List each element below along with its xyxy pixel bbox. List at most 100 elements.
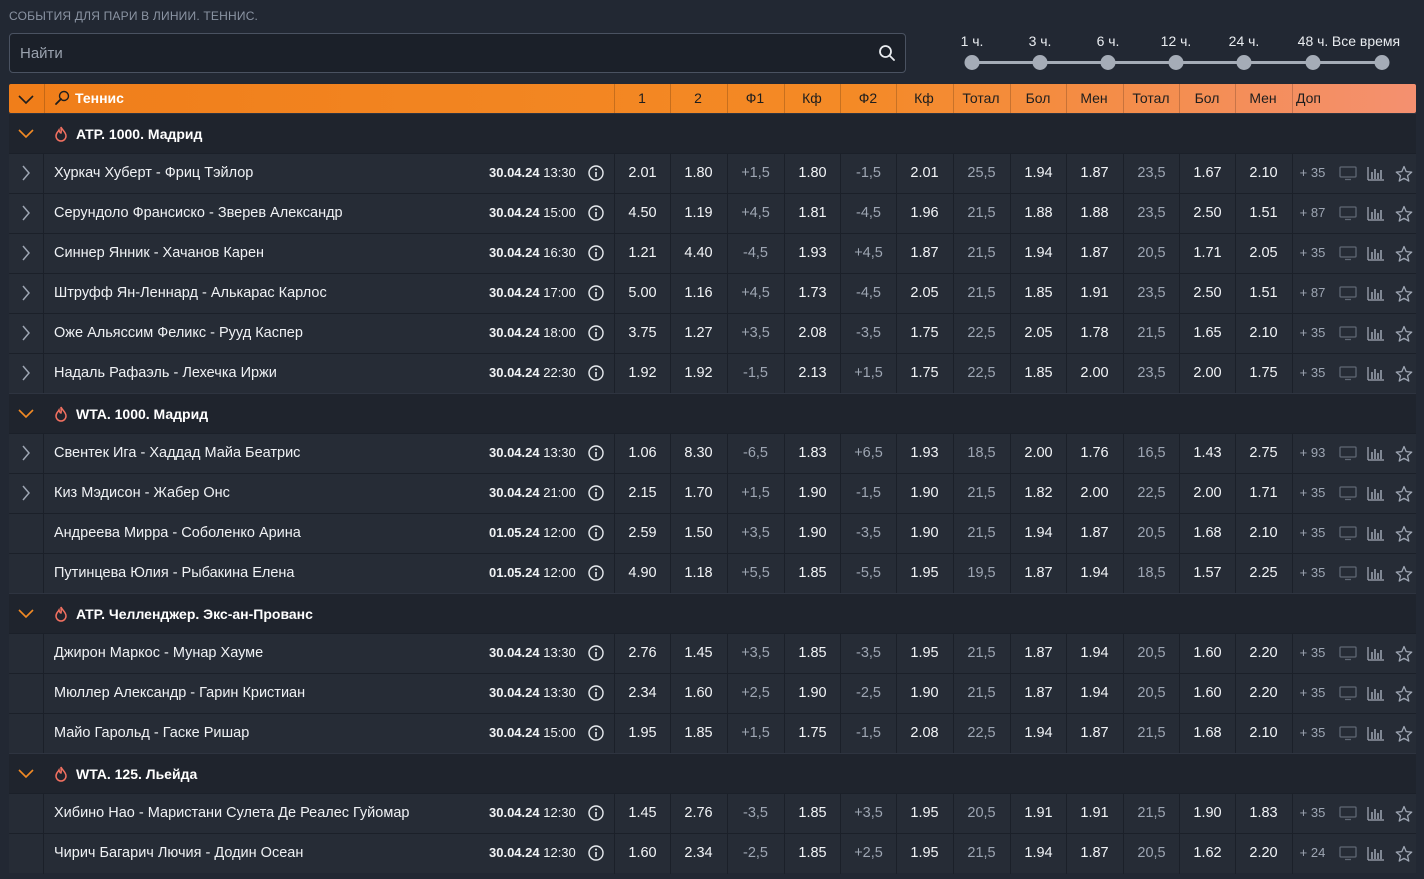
odds-cell[interactable]: 21,5: [1123, 714, 1179, 754]
match-row[interactable]: Путинцева Юлия - Рыбакина Елена 01.05.24 …: [9, 553, 1416, 594]
odds-cell[interactable]: -1,5: [840, 154, 896, 194]
odds-cell[interactable]: 1.75: [896, 314, 952, 354]
info-icon[interactable]: [588, 325, 604, 344]
odds-cell[interactable]: -1,5: [727, 354, 783, 394]
odds-cell[interactable]: 1.93: [784, 234, 840, 274]
chevron-right-icon[interactable]: [21, 485, 31, 504]
more-markets-link[interactable]: + 35: [1292, 714, 1332, 754]
odds-cell[interactable]: 1.88: [1010, 194, 1066, 234]
odds-cell[interactable]: -2,5: [840, 674, 896, 714]
match-name[interactable]: Оже Альяссим Феликс - Рууд Каспер: [54, 314, 303, 354]
odds-cell[interactable]: 2.08: [784, 314, 840, 354]
chevron-right-icon[interactable]: [21, 285, 31, 304]
odds-cell[interactable]: -2,5: [727, 834, 783, 874]
odds-cell[interactable]: 2.76: [614, 634, 670, 674]
info-icon[interactable]: [588, 525, 604, 544]
odds-cell[interactable]: 1.90: [896, 474, 952, 514]
stats-icon[interactable]: [1367, 325, 1385, 346]
match-name[interactable]: Майо Гарольд - Гаске Ришар: [54, 714, 249, 754]
odds-cell[interactable]: 1.94: [1066, 554, 1122, 594]
chevron-right-icon[interactable]: [21, 325, 31, 344]
chevron-right-icon[interactable]: [21, 205, 31, 224]
odds-cell[interactable]: 1.71: [1235, 474, 1291, 514]
odds-cell[interactable]: 1.65: [1179, 314, 1235, 354]
stats-icon[interactable]: [1367, 565, 1385, 586]
time-filter-option-dot[interactable]: [1032, 55, 1048, 70]
odds-cell[interactable]: 2.50: [1179, 274, 1235, 314]
odds-cell[interactable]: 21,5: [953, 514, 1009, 554]
expand-cell[interactable]: [9, 274, 44, 314]
odds-cell[interactable]: 1.75: [1235, 354, 1291, 394]
column-header[interactable]: 1: [614, 84, 670, 113]
odds-cell[interactable]: 2.00: [1066, 354, 1122, 394]
odds-cell[interactable]: 1.95: [896, 794, 952, 834]
odds-cell[interactable]: 2.76: [670, 794, 726, 834]
more-markets-link[interactable]: + 35: [1292, 234, 1332, 274]
match-name[interactable]: Хуркач Хуберт - Фриц Тэйлор: [54, 154, 253, 194]
odds-cell[interactable]: +3,5: [727, 314, 783, 354]
time-filter-option-dot[interactable]: [1305, 55, 1321, 70]
odds-cell[interactable]: 1.81: [784, 194, 840, 234]
tv-icon[interactable]: [1339, 565, 1357, 586]
odds-cell[interactable]: 1.67: [1179, 154, 1235, 194]
tournament-header[interactable]: ATP. 1000. Мадрид: [9, 113, 1416, 153]
match-name[interactable]: Чирич Багарич Лючия - Додин Осеан: [54, 834, 303, 874]
match-name[interactable]: Путинцева Юлия - Рыбакина Елена: [54, 554, 295, 594]
odds-cell[interactable]: +1,5: [727, 714, 783, 754]
odds-cell[interactable]: 1.60: [614, 834, 670, 874]
chevron-right-icon[interactable]: [21, 365, 31, 384]
match-name[interactable]: Штруфф Ян-Леннард - Алькарас Карлос: [54, 274, 327, 314]
odds-cell[interactable]: 1.92: [670, 354, 726, 394]
expand-cell[interactable]: [9, 474, 44, 514]
odds-cell[interactable]: 1.95: [896, 554, 952, 594]
stats-icon[interactable]: [1367, 525, 1385, 546]
chevron-right-icon[interactable]: [21, 165, 31, 184]
odds-cell[interactable]: 20,5: [1123, 634, 1179, 674]
odds-cell[interactable]: 1.85: [784, 834, 840, 874]
odds-cell[interactable]: -1,5: [840, 474, 896, 514]
odds-cell[interactable]: 2.05: [1235, 234, 1291, 274]
column-header[interactable]: Кф: [784, 84, 840, 113]
info-icon[interactable]: [588, 165, 604, 184]
odds-cell[interactable]: 22,5: [953, 314, 1009, 354]
column-header[interactable]: Ф2: [840, 84, 896, 113]
odds-cell[interactable]: 3.75: [614, 314, 670, 354]
odds-cell[interactable]: -3,5: [727, 794, 783, 834]
search-box[interactable]: [9, 33, 906, 73]
odds-cell[interactable]: 1.88: [1066, 194, 1122, 234]
odds-cell[interactable]: 1.82: [1010, 474, 1066, 514]
odds-cell[interactable]: -5,5: [840, 554, 896, 594]
column-header[interactable]: Бол: [1010, 84, 1066, 113]
odds-cell[interactable]: 21,5: [953, 474, 1009, 514]
stats-icon[interactable]: [1367, 685, 1385, 706]
odds-cell[interactable]: 1.94: [1010, 234, 1066, 274]
more-markets-link[interactable]: + 35: [1292, 674, 1332, 714]
odds-cell[interactable]: 1.78: [1066, 314, 1122, 354]
time-filter[interactable]: 1 ч. 3 ч. 6 ч. 12 ч. 24 ч. 48 ч. Все время: [950, 33, 1420, 73]
odds-cell[interactable]: 21,5: [953, 674, 1009, 714]
match-row[interactable]: Чирич Багарич Лючия - Додин Осеан 30.04.2…: [9, 833, 1416, 874]
odds-cell[interactable]: 1.83: [1235, 794, 1291, 834]
star-icon[interactable]: [1395, 565, 1413, 586]
odds-cell[interactable]: +2,5: [727, 674, 783, 714]
stats-icon[interactable]: [1367, 645, 1385, 666]
odds-cell[interactable]: 20,5: [1123, 834, 1179, 874]
more-markets-link[interactable]: + 35: [1292, 634, 1332, 674]
match-row[interactable]: Свентек Ига - Хаддад Майа Беатрис 30.04.2…: [9, 433, 1416, 474]
info-icon[interactable]: [588, 685, 604, 704]
info-icon[interactable]: [588, 445, 604, 464]
tv-icon[interactable]: [1339, 645, 1357, 666]
time-filter-option-label[interactable]: 24 ч.: [1229, 33, 1260, 49]
odds-cell[interactable]: +1,5: [727, 154, 783, 194]
odds-cell[interactable]: 1.85: [1010, 274, 1066, 314]
expand-cell[interactable]: [9, 354, 44, 394]
odds-cell[interactable]: 1.45: [614, 794, 670, 834]
odds-cell[interactable]: 21,5: [953, 834, 1009, 874]
stats-icon[interactable]: [1367, 725, 1385, 746]
odds-cell[interactable]: 1.94: [1010, 154, 1066, 194]
star-icon[interactable]: [1395, 165, 1413, 186]
info-icon[interactable]: [588, 365, 604, 384]
column-header[interactable]: Кф: [896, 84, 952, 113]
odds-cell[interactable]: 2.00: [1010, 434, 1066, 474]
odds-cell[interactable]: 1.96: [896, 194, 952, 234]
